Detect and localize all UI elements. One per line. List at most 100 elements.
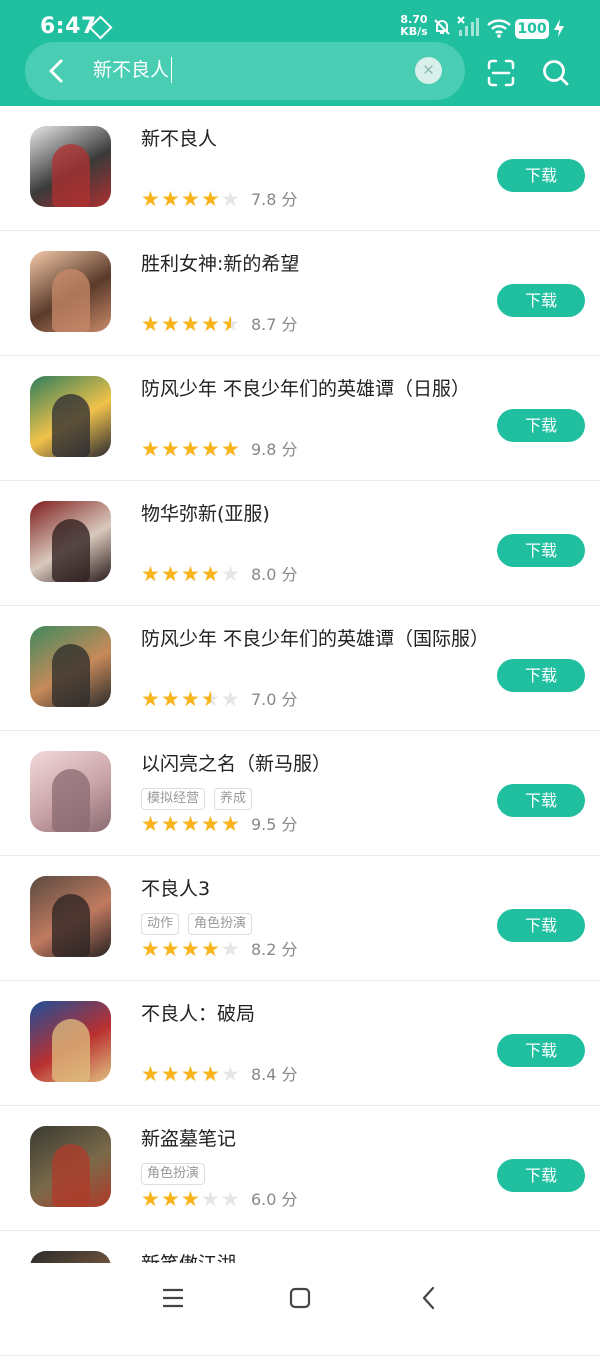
app-list-item[interactable]: 不良人3 动作角色扮演★★★★★★★★★★8.2 分 下载 bbox=[0, 856, 600, 981]
app-title[interactable]: 不良人3 bbox=[141, 874, 210, 901]
app-tag: 角色扮演 bbox=[141, 1163, 206, 1185]
star-icon: ★★ bbox=[201, 187, 220, 211]
app-tag: 角色扮演 bbox=[188, 913, 253, 935]
star-icon: ★★ bbox=[141, 312, 160, 336]
app-title[interactable]: 防风少年 不良少年们的英雄谭（国际服） bbox=[141, 624, 489, 651]
star-icon: ★★ bbox=[201, 1062, 220, 1086]
home-icon[interactable] bbox=[289, 1287, 311, 1309]
download-button[interactable]: 下载 bbox=[497, 1034, 585, 1067]
clear-icon[interactable]: ✕ bbox=[415, 57, 442, 84]
app-icon[interactable] bbox=[30, 501, 111, 582]
search-icon[interactable] bbox=[541, 58, 571, 88]
star-icon: ★★ bbox=[141, 437, 160, 461]
net-speed-unit: KB/s bbox=[400, 25, 428, 38]
app-icon[interactable] bbox=[30, 126, 111, 207]
wifi-icon bbox=[487, 19, 511, 38]
download-button[interactable]: 下载 bbox=[497, 159, 585, 192]
app-score: 9.8 分 bbox=[251, 440, 298, 459]
app-title[interactable]: 防风少年 不良少年们的英雄谭（日服） bbox=[141, 374, 470, 401]
star-icon: ★★ bbox=[181, 937, 200, 961]
status-bar: 6:47 8.70 KB/s 100 bbox=[0, 0, 600, 44]
app-icon-artwork bbox=[52, 144, 90, 207]
download-button[interactable]: 下载 bbox=[497, 409, 585, 442]
app-icon-artwork bbox=[52, 1019, 90, 1082]
app-list-item[interactable]: 物华弥新(亚服)★★★★★★★★★★8.0 分下载 bbox=[0, 481, 600, 606]
star-icon: ★★ bbox=[161, 562, 180, 586]
battery-level: 100 bbox=[515, 19, 549, 39]
app-icon-artwork bbox=[52, 769, 90, 832]
app-score: 7.0 分 bbox=[251, 690, 298, 709]
app-rating: ★★★★★★★★★★8.4 分 bbox=[141, 1062, 298, 1086]
download-button[interactable]: 下载 bbox=[497, 284, 585, 317]
download-button[interactable]: 下载 bbox=[497, 909, 585, 942]
app-score: 8.0 分 bbox=[251, 565, 298, 584]
star-icon: ★★ bbox=[141, 812, 160, 836]
star-icon: ★★ bbox=[141, 187, 160, 211]
menu-icon[interactable] bbox=[161, 1287, 185, 1309]
app-title[interactable]: 胜利女神:新的希望 bbox=[141, 249, 299, 276]
download-button[interactable]: 下载 bbox=[497, 1159, 585, 1192]
app-rating: ★★★★★★★★★★7.0 分 bbox=[141, 687, 298, 711]
star-icon: ★★ bbox=[181, 812, 200, 836]
navigation-bar bbox=[0, 1263, 600, 1333]
app-title[interactable]: 不良人：破局 bbox=[141, 999, 255, 1026]
app-title[interactable]: 新不良人 bbox=[141, 124, 217, 151]
download-button[interactable]: 下载 bbox=[497, 534, 585, 567]
app-list-item[interactable]: 防风少年 不良少年们的英雄谭（日服） ★ ★ ★ ★ ★ ★ ★ ★ ★ ★ 9.8 分下载 bbox=[0, 356, 600, 481]
app-list-item[interactable]: 不良人：破局★★★★★★★★★★8.4 分下载 bbox=[0, 981, 600, 1106]
scan-icon[interactable] bbox=[486, 58, 516, 88]
network-speed: 8.70 KB/s bbox=[399, 14, 429, 38]
star-icon: ★★ bbox=[201, 687, 220, 711]
app-icon[interactable] bbox=[30, 1126, 111, 1207]
star-icon: ★★ bbox=[201, 437, 220, 461]
app-icon-artwork bbox=[52, 1144, 90, 1207]
app-icon-artwork bbox=[52, 519, 90, 582]
app-icon[interactable] bbox=[30, 376, 111, 457]
search-box[interactable]: 新不良人 ✕ bbox=[25, 42, 465, 100]
app-title[interactable]: 以闪亮之名（新马服） bbox=[141, 749, 331, 776]
star-icon: ★★ bbox=[141, 1187, 160, 1211]
app-icon[interactable] bbox=[30, 876, 111, 957]
star-icon: ★★ bbox=[221, 812, 240, 836]
app-list-item[interactable]: 新盗墓笔记角色扮演★★★★★★★★★★6.0 分下载 bbox=[0, 1106, 600, 1231]
app-rating: ★ ★ ★ ★ ★ ★ ★ ★ ★ ★ 9.5 分 bbox=[141, 812, 298, 836]
star-icon: ★★ bbox=[181, 562, 200, 586]
star-icon: ★★ bbox=[201, 1187, 220, 1211]
download-button[interactable]: 下载 bbox=[497, 784, 585, 817]
star-icon: ★★ bbox=[181, 437, 200, 461]
download-button[interactable]: 下载 bbox=[497, 659, 585, 692]
search-input[interactable]: 新不良人 bbox=[93, 57, 173, 83]
app-list-item[interactable]: 以闪亮之名（新马服） 模拟经营 养成 ★ ★ ★ ★ ★ ★ ★ ★ ★ ★ 9.5 分下载 bbox=[0, 731, 600, 856]
app-icon-artwork bbox=[52, 644, 90, 707]
back-arrow-icon[interactable] bbox=[43, 57, 71, 85]
star-icon: ★★ bbox=[161, 937, 180, 961]
app-icon[interactable] bbox=[30, 251, 111, 332]
star-icon: ★★ bbox=[161, 312, 180, 336]
star-icon: ★★ bbox=[141, 937, 160, 961]
app-score: 7.8 分 bbox=[251, 190, 298, 209]
app-list-item[interactable]: 胜利女神:新的希望 ★ ★ ★ ★ ★ ★ ★ ★ ★ ★ 8.7 分下载 bbox=[0, 231, 600, 356]
star-icon: ★★ bbox=[161, 687, 180, 711]
app-rating: ★★★★★★★★★★8.0 分 bbox=[141, 562, 298, 586]
star-icon: ★★ bbox=[201, 562, 220, 586]
app-tags: 动作 角色扮演 bbox=[141, 912, 261, 935]
app-header: 6:47 8.70 KB/s 100 新不良人 ✕ bbox=[0, 0, 600, 106]
star-icon: ★★ bbox=[161, 437, 180, 461]
star-icon: ★★ bbox=[161, 812, 180, 836]
app-icon[interactable] bbox=[30, 1001, 111, 1082]
star-icon: ★★ bbox=[141, 687, 160, 711]
app-list: 新不良人★★★★★★★★★★7.8 分下载胜利女神:新的希望★★★★★★★★★★… bbox=[0, 106, 600, 1356]
app-tags: 角色扮演 bbox=[141, 1162, 214, 1185]
app-list-item[interactable]: 防风少年 不良少年们的英雄谭（国际服）★★★★★★★★★★7.0 分下载 bbox=[0, 606, 600, 731]
charging-icon bbox=[554, 19, 564, 37]
app-icon[interactable] bbox=[30, 626, 111, 707]
app-title[interactable]: 新盗墓笔记 bbox=[141, 1124, 236, 1151]
app-icon[interactable] bbox=[30, 751, 111, 832]
star-icon: ★★ bbox=[141, 1062, 160, 1086]
app-rating: ★★★★★★★★★★8.2 分 bbox=[141, 937, 298, 961]
app-list-item[interactable]: 新不良人★★★★★★★★★★7.8 分下载 bbox=[0, 106, 600, 231]
back-icon[interactable] bbox=[418, 1285, 440, 1311]
star-icon: ★★ bbox=[221, 187, 240, 211]
app-title[interactable]: 物华弥新(亚服) bbox=[141, 499, 270, 526]
star-icon: ★★ bbox=[181, 1187, 200, 1211]
